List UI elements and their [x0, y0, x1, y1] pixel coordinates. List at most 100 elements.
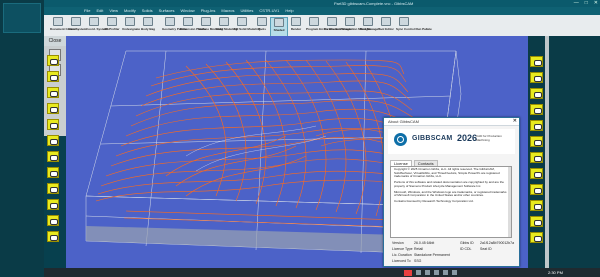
toolpaths — [95, 59, 433, 229]
dimension-palette-button[interactable]: Dimension Palette — [180, 17, 206, 35]
operation-tile[interactable] — [47, 151, 59, 162]
sync-icon — [399, 17, 409, 26]
surface-modeling-button[interactable]: Surface Modeling — [198, 17, 223, 35]
taskbar-icon[interactable] — [452, 270, 457, 275]
app-window: Part3D gibbscam-Complete.vnc - GibbsCAM … — [0, 0, 600, 277]
taskbar-icons — [416, 270, 457, 275]
errors-checker-button[interactable]: Program Errors Checker — [306, 17, 341, 35]
gibbscam-logo-icon — [394, 133, 407, 146]
operation-tile[interactable] — [530, 184, 543, 195]
operation-tile[interactable] — [47, 71, 59, 82]
app-taskbar-icon[interactable] — [404, 270, 412, 276]
about-dialog: About GibbsCAM ✕ GIBBSCAM 2026 CAD for P… — [383, 117, 520, 267]
operation-tile[interactable] — [47, 231, 59, 242]
operation-tile[interactable] — [530, 104, 543, 115]
render-button[interactable]: Render — [288, 17, 304, 35]
operation-tile[interactable] — [530, 232, 543, 243]
operation-tile[interactable] — [530, 168, 543, 179]
clock: 2:30 PM — [548, 270, 563, 275]
shaded-button[interactable]: Shaded — [270, 17, 288, 37]
view-system-button[interactable]: View System — [68, 17, 86, 35]
parameter-icon — [327, 17, 337, 26]
menu-help[interactable]: Help — [285, 7, 293, 15]
operation-tile[interactable] — [47, 183, 59, 194]
taskbar-icon[interactable] — [434, 270, 439, 275]
menu-custom[interactable]: CSTR-UV1 — [259, 7, 279, 15]
menu-file[interactable]: File — [84, 7, 90, 15]
axes-icon — [89, 17, 99, 26]
tool-icon — [257, 17, 267, 26]
solid-icon — [219, 17, 229, 26]
fill-solid-button[interactable]: Fill Solid Modeling — [234, 17, 261, 35]
operation-tile[interactable] — [47, 103, 59, 114]
right-operation-tiles — [530, 36, 544, 248]
ribbon-toolbar: Document Control... View System Coord. S… — [44, 15, 600, 37]
undesignate-icon — [125, 17, 135, 26]
body-bag-button[interactable]: Body Bag — [140, 17, 156, 35]
tool-manager-icon — [363, 17, 373, 26]
geometry-palette-button[interactable]: Geometry Palette — [162, 17, 187, 35]
solid-modeling-button[interactable]: Solid Modeling — [216, 17, 237, 35]
operation-tile[interactable] — [530, 200, 543, 211]
operation-tile[interactable] — [47, 55, 59, 66]
operation-tile[interactable] — [47, 167, 59, 178]
menu-modify[interactable]: Modify — [124, 7, 136, 15]
minimize-button[interactable]: — — [574, 0, 579, 7]
operation-tile[interactable] — [47, 199, 59, 210]
license-text-box[interactable]: Copyright © 2025 Cimatron Gibbs, LLC. Al… — [390, 166, 512, 238]
operation-tile[interactable] — [530, 120, 543, 131]
license-paragraph: Microsoft, Windows, and the Windows logo… — [394, 189, 507, 198]
about-close-icon[interactable]: ✕ — [513, 118, 517, 125]
tool-manager-button[interactable]: Tool Manager... — [360, 17, 382, 35]
license-scrollbar[interactable] — [508, 167, 511, 237]
menu-window[interactable]: Window — [180, 7, 194, 15]
operation-tile[interactable] — [47, 119, 59, 130]
taskbar-icon[interactable] — [443, 270, 448, 275]
operation-tile[interactable] — [47, 87, 59, 98]
close-window-button[interactable]: ✕ — [594, 0, 598, 7]
license-info: Version 26.0.45 64bit Gibbs ID 2a1f12a8b… — [392, 240, 516, 264]
taskbar-icon[interactable] — [416, 270, 421, 275]
tools-button[interactable]: Tools — [254, 17, 270, 35]
document-control-button[interactable]: Document Control... — [50, 17, 79, 35]
profiler-button[interactable]: 2D Profiler — [104, 17, 120, 35]
operation-tile[interactable] — [530, 152, 543, 163]
simulation-manager-button[interactable]: Simulation Manager... — [342, 17, 373, 35]
window-title: Part3D gibbscam-Complete.vnc - GibbsCAM — [334, 1, 414, 6]
menu-macros[interactable]: Macros — [221, 7, 234, 15]
surface-icon — [201, 17, 211, 26]
operation-tile[interactable] — [530, 216, 543, 227]
menu-plugins[interactable]: Plug-Ins — [201, 7, 216, 15]
palette-close-button[interactable]: Close — [44, 36, 66, 46]
menu-utilities[interactable]: Utilities — [241, 7, 254, 15]
parameter-manager-button[interactable]: Parameter Manager — [324, 17, 352, 35]
coord-systems-button[interactable]: Coord. Systems — [86, 17, 109, 35]
fill-solid-icon — [237, 17, 247, 26]
menu-view[interactable]: View — [109, 7, 118, 15]
operation-tile[interactable] — [47, 135, 59, 146]
brand-banner: GIBBSCAM 2026 CAD for Production Machini… — [388, 129, 515, 154]
operation-tile[interactable] — [530, 72, 543, 83]
menu-solids[interactable]: Solids — [142, 7, 153, 15]
operation-tile[interactable] — [530, 136, 543, 147]
taskbar-icon[interactable] — [425, 270, 430, 275]
operation-tile[interactable] — [530, 56, 543, 67]
menu-edit[interactable]: Edit — [96, 7, 103, 15]
tool-editor-button[interactable]: Tool Editor — [378, 17, 394, 35]
maximize-button[interactable]: □ — [585, 0, 588, 7]
info-row: Licenced To SSG — [392, 259, 422, 263]
sync-control-button[interactable]: Sync Control Run Pallete — [396, 17, 432, 35]
left-dock — [0, 0, 44, 277]
undesignate-button[interactable]: Undesignate — [122, 17, 140, 35]
body-bag-icon — [143, 17, 153, 26]
profile-icon — [107, 17, 117, 26]
surface-edges — [185, 125, 327, 172]
operation-tile[interactable] — [47, 215, 59, 226]
shaded-icon — [274, 18, 284, 27]
document-icon — [53, 17, 63, 26]
operation-tile[interactable] — [530, 88, 543, 99]
menu-surfaces[interactable]: Surfaces — [159, 7, 175, 15]
workspace-thumbnail — [3, 3, 41, 33]
operations-scrollbar[interactable] — [545, 36, 549, 268]
simulation-icon — [345, 17, 355, 26]
